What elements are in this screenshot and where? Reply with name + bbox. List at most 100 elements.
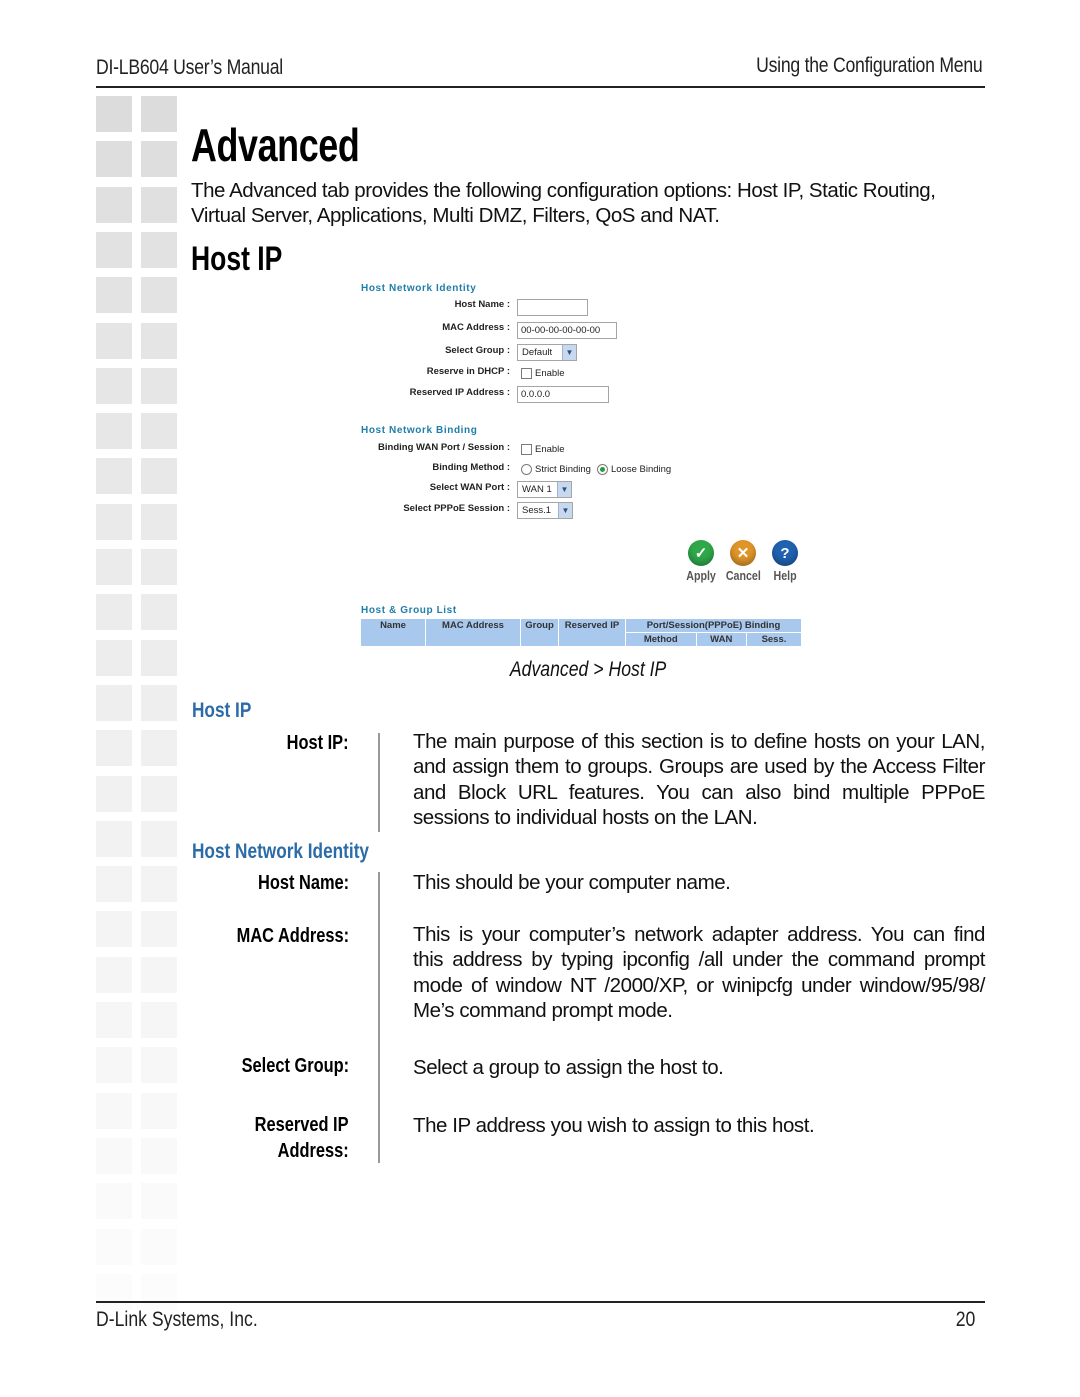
definition-divider [378,733,380,832]
decorative-square [141,821,177,857]
decorative-square [141,730,177,766]
checkbox-icon[interactable] [521,368,532,379]
chevron-down-icon[interactable]: ▼ [558,503,572,518]
reserved-ip-input[interactable]: 0.0.0.0 [517,386,609,403]
term-host-ip: Host IP: [287,732,349,754]
decorative-square [141,549,177,585]
question-icon: ? [772,540,798,566]
checkmark-icon: ✓ [688,540,714,566]
decorative-square [96,1229,132,1265]
desc-select-group: Select a group to assign the host to. [413,1056,724,1079]
decorative-square [141,458,177,494]
decorative-square [141,1183,177,1219]
desc-reserved-ip: The IP address you wish to assign to thi… [413,1114,815,1137]
decorative-square [96,323,132,359]
decorative-square [96,458,132,494]
host-group-list-heading: Host & Group List [361,605,457,616]
select-wan-port-dropdown[interactable]: WAN 1 ▼ [517,481,572,498]
term-reserved-ip-line2: Address: [277,1140,349,1162]
desc-host-ip: The main purpose of this section is to d… [413,730,985,829]
decorative-square [141,232,177,268]
decorative-square [96,594,132,630]
decorative-square [96,187,132,223]
decorative-square [96,957,132,993]
host-name-label: Host Name : [454,299,510,310]
reserved-ip-label: Reserved IP Address : [409,387,510,398]
decorative-square [141,594,177,630]
col-method: Method [625,632,697,647]
select-group-value: Default [522,347,553,358]
desc-mac-address: This is your computer’s network adapter … [413,923,985,1022]
section-heading-host-network-identity: Host Network Identity [192,840,370,863]
decorative-square [141,911,177,947]
footer-company: D-Link Systems, Inc. [96,1308,258,1331]
cancel-button[interactable]: ✕ Cancel [725,540,761,583]
decorative-square [96,685,132,721]
col-mac-address: MAC Address [425,618,521,647]
decorative-square [96,1093,132,1129]
select-wan-port-label: Select WAN Port : [429,482,510,493]
reserve-dhcp-label: Reserve in DHCP : [426,366,510,377]
decorative-square [141,776,177,812]
definition-divider [378,872,380,1163]
decorative-square [141,504,177,540]
decorative-square [141,413,177,449]
binding-method-label: Binding Method : [432,462,510,473]
select-group-label: Select Group : [445,345,510,356]
decorative-square [141,323,177,359]
select-group-dropdown[interactable]: Default ▼ [517,344,577,361]
mac-address-input[interactable]: 00-00-00-00-00-00 [517,322,617,339]
decorative-square [141,1093,177,1129]
mac-address-label: MAC Address : [442,322,510,333]
decorative-square [141,1274,177,1310]
term-select-group: Select Group: [241,1055,349,1077]
chevron-down-icon[interactable]: ▼ [557,482,571,497]
decorative-square [96,1183,132,1219]
decorative-square [96,277,132,313]
binding-method-radio-group: Strict Binding Loose Binding [521,464,671,475]
decorative-square [141,368,177,404]
col-group: Group [520,618,559,647]
page-title: Advanced [191,119,360,171]
decorative-square [96,96,132,132]
select-pppoe-session-label: Select PPPoE Session : [403,503,510,514]
decorative-square [96,776,132,812]
apply-button[interactable]: ✓ Apply [683,540,719,583]
decorative-square [141,685,177,721]
desc-host-name: This should be your computer name. [413,871,731,894]
loose-binding-label: Loose Binding [610,464,672,475]
decorative-square [141,96,177,132]
chevron-down-icon[interactable]: ▼ [562,345,576,360]
col-reserved-ip: Reserved IP [558,618,626,647]
host-network-identity-heading: Host Network Identity [361,283,477,294]
radio-loose-binding[interactable] [596,464,608,475]
decorative-square [141,957,177,993]
decorative-square [96,1002,132,1038]
select-pppoe-session-dropdown[interactable]: Sess.1 ▼ [517,502,573,519]
decorative-square [96,1047,132,1083]
footer-divider [96,1301,985,1303]
host-name-input[interactable] [517,299,588,316]
chapter-title: Using the Configuration Menu [755,54,983,77]
decorative-square [96,141,132,177]
cancel-label: Cancel [725,568,761,583]
decorative-square [141,1138,177,1174]
page-number: 20 [955,1308,975,1331]
radio-strict-binding[interactable] [521,464,532,475]
table-header-row: Name MAC Address Group Reserved IP Port/… [360,618,802,647]
help-button[interactable]: ? Help [767,540,803,583]
reserve-dhcp-checkbox[interactable]: Enable [521,368,565,379]
decorative-square [141,1047,177,1083]
decorative-square [96,821,132,857]
select-pppoe-session-value: Sess.1 [522,505,552,516]
decorative-square [96,1274,132,1310]
router-screenshot: Host Network Identity Host Name : MAC Ad… [355,280,815,655]
header-divider [96,86,985,88]
col-binding-group: Port/Session(PPPoE) Binding [625,618,802,633]
decorative-square [96,911,132,947]
manual-title: DI-LB604 User’s Manual [96,56,283,79]
checkbox-icon[interactable] [521,444,532,455]
binding-port-session-checkbox[interactable]: Enable [521,444,565,455]
term-mac-address: MAC Address: [236,925,349,947]
strict-binding-label: Strict Binding [535,464,591,475]
